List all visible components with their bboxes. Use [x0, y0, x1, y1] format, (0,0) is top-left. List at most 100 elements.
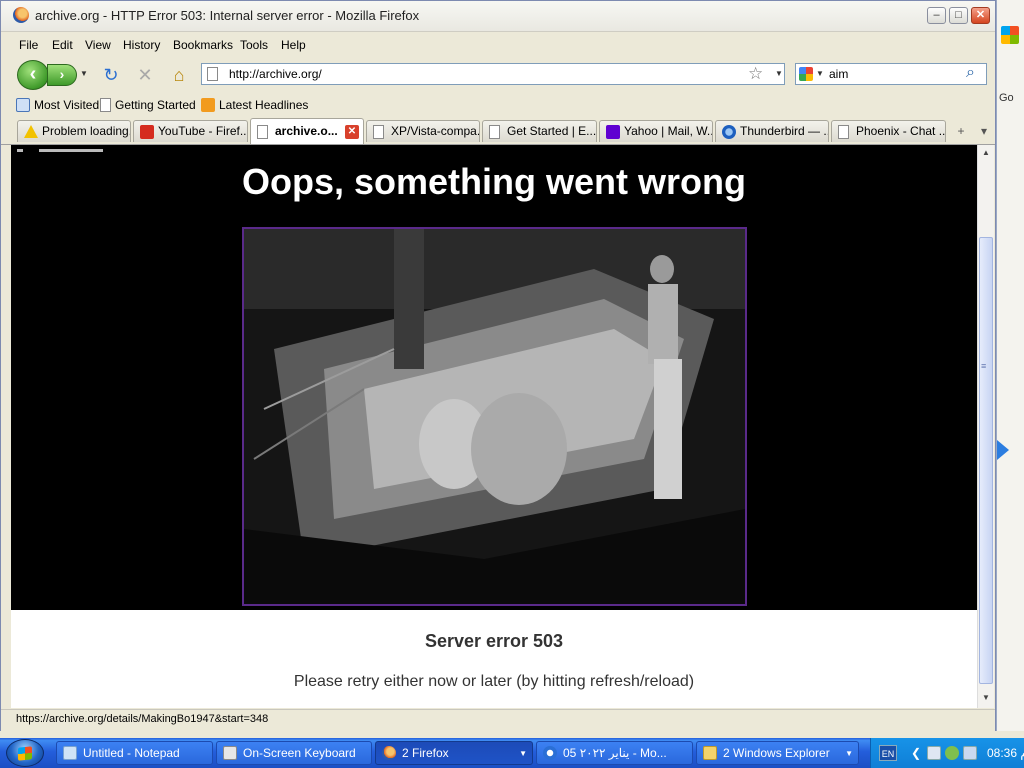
background-go-label: Go	[999, 92, 1014, 104]
menu-bar: File Edit View History Bookmarks Tools H…	[1, 34, 995, 56]
taskbar-item-firefox[interactable]: 2 Firefox ▼	[375, 741, 533, 765]
taskbar: Untitled - Notepad On-Screen Keyboard 2 …	[0, 738, 1024, 768]
title-bar[interactable]: archive.org - HTTP Error 503: Internal s…	[1, 1, 995, 32]
tab-yahoo[interactable]: Yahoo | Mail, W...	[599, 120, 713, 142]
menu-file[interactable]: File	[19, 38, 38, 52]
menu-history[interactable]: History	[123, 38, 160, 52]
yahoo-icon	[606, 125, 620, 139]
keyboard-icon	[223, 746, 237, 760]
taskbar-item-windows-explorer[interactable]: 2 Windows Explorer ▼	[696, 741, 859, 765]
clock[interactable]: 08:36 م	[987, 746, 1024, 760]
network-icon[interactable]	[945, 746, 959, 760]
home-icon[interactable]: ⌂	[169, 65, 189, 85]
notepad-icon	[63, 746, 77, 760]
search-input[interactable]	[829, 67, 959, 81]
error-message: Please retry either now or later (by hit…	[293, 673, 695, 690]
warning-icon	[24, 125, 38, 138]
search-icon[interactable]: ⌕	[966, 64, 975, 82]
taskbar-item-onscreen-keyboard[interactable]: On-Screen Keyboard	[216, 741, 372, 765]
reload-icon[interactable]: ↻	[101, 65, 121, 85]
start-button[interactable]	[6, 739, 44, 767]
page-icon	[373, 125, 384, 139]
search-engine-dropdown-icon[interactable]: ▼	[816, 69, 824, 78]
status-text: https://archive.org/details/MakingBo1947…	[16, 713, 269, 725]
stop-icon[interactable]: ✕	[135, 65, 155, 85]
menu-view[interactable]: View	[85, 38, 111, 52]
page-icon	[100, 98, 111, 112]
page-icon	[838, 125, 849, 139]
tab-xp-vista[interactable]: XP/Vista-compa...	[366, 120, 480, 142]
scroll-grip-icon: ≡	[981, 361, 987, 371]
new-tab-button[interactable]: +	[950, 121, 972, 143]
window-title: archive.org - HTTP Error 503: Internal s…	[35, 8, 420, 23]
minimize-button[interactable]: –	[927, 7, 946, 24]
background-window-edge	[0, 731, 1024, 738]
firefox-window: archive.org - HTTP Error 503: Internal s…	[0, 0, 996, 732]
menu-edit[interactable]: Edit	[52, 38, 73, 52]
most-visited-icon	[16, 98, 30, 112]
tab-archive[interactable]: archive.o... ✕	[250, 118, 364, 144]
page-content: Oops, something went wrong Server error …	[11, 145, 977, 708]
navigation-toolbar: ‹ › ▼ ↻ ✕ ⌂ ☆ ▼ ▼ ⌕	[1, 57, 995, 93]
scroll-down-icon[interactable]: ▼	[978, 690, 994, 706]
menu-tools[interactable]: Tools	[240, 38, 268, 52]
tab-problem-loading[interactable]: Problem loading...	[17, 120, 131, 142]
search-bar[interactable]: ▼ ⌕	[795, 63, 987, 85]
page-heading: Oops, something went wrong	[242, 161, 746, 202]
page-icon	[257, 125, 268, 139]
menu-help[interactable]: Help	[281, 38, 306, 52]
url-input[interactable]	[229, 67, 729, 81]
menu-bookmarks[interactable]: Bookmarks	[173, 38, 233, 52]
tab-bar: Problem loading... YouTube - Firef... ar…	[1, 118, 995, 145]
background-window: Go	[996, 0, 1024, 738]
page-icon	[207, 67, 218, 81]
tab-close-icon[interactable]: ✕	[345, 125, 359, 139]
status-bar: https://archive.org/details/MakingBo1947…	[1, 709, 995, 732]
history-dropdown-icon[interactable]: ▼	[80, 69, 88, 78]
folder-icon	[703, 746, 717, 760]
url-dropdown-icon[interactable]: ▼	[775, 69, 783, 78]
browser-icon	[543, 746, 557, 760]
windows-logo-icon	[1001, 26, 1019, 44]
tray-expand-icon[interactable]: ❮	[911, 746, 925, 760]
back-button[interactable]: ‹	[17, 60, 49, 90]
taskbar-group-dropdown-icon[interactable]: ▼	[519, 749, 527, 758]
forward-button[interactable]: ›	[47, 64, 77, 86]
bookmark-getting-started[interactable]: Getting Started	[100, 98, 196, 112]
scroll-up-icon[interactable]: ▲	[978, 145, 994, 161]
header-decoration	[17, 149, 103, 152]
bookmark-star-icon[interactable]: ☆	[748, 64, 763, 84]
volume-icon[interactable]	[963, 746, 977, 760]
maximize-button[interactable]: □	[949, 7, 968, 24]
firefox-icon	[13, 7, 29, 23]
rss-icon	[201, 98, 215, 112]
taskbar-item-mozilla[interactable]: 05 يناير ٢٠٢٢ - Mo...	[536, 741, 693, 765]
vertical-scrollbar[interactable]: ▲ ≡ ▼	[977, 145, 994, 708]
bookmark-latest-headlines[interactable]: Latest Headlines	[201, 98, 308, 112]
taskbar-item-notepad[interactable]: Untitled - Notepad	[56, 741, 213, 765]
windows-logo-icon	[18, 746, 32, 761]
factory-photo-illustration	[244, 229, 745, 604]
mouse-cursor-icon	[997, 440, 1009, 460]
tab-get-started[interactable]: Get Started | E...	[482, 120, 597, 142]
close-button[interactable]: ✕	[971, 7, 990, 24]
taskbar-group-dropdown-icon[interactable]: ▼	[845, 749, 853, 758]
list-all-tabs-button[interactable]: ▾	[973, 121, 995, 143]
tab-youtube[interactable]: YouTube - Firef...	[133, 120, 248, 142]
tab-thunderbird[interactable]: Thunderbird — ...	[715, 120, 829, 142]
thunderbird-icon	[722, 125, 736, 139]
error-hero: Oops, something went wrong	[11, 145, 977, 610]
google-icon[interactable]	[799, 67, 813, 81]
error-photo	[242, 227, 747, 606]
scrollbar-thumb[interactable]	[979, 237, 993, 684]
page-icon	[489, 125, 500, 139]
url-bar[interactable]: ☆ ▼	[201, 63, 785, 85]
bookmarks-toolbar: Most Visited Getting Started Latest Head…	[1, 94, 995, 116]
tab-phoenix[interactable]: Phoenix - Chat ...	[831, 120, 946, 142]
tray-app-icon[interactable]	[927, 746, 941, 760]
youtube-icon	[140, 125, 154, 139]
system-tray: EN ❮ 08:36 م	[870, 738, 1024, 768]
error-title: Server error 503	[424, 631, 564, 651]
language-indicator[interactable]: EN	[879, 745, 897, 761]
bookmark-most-visited[interactable]: Most Visited	[16, 98, 99, 112]
